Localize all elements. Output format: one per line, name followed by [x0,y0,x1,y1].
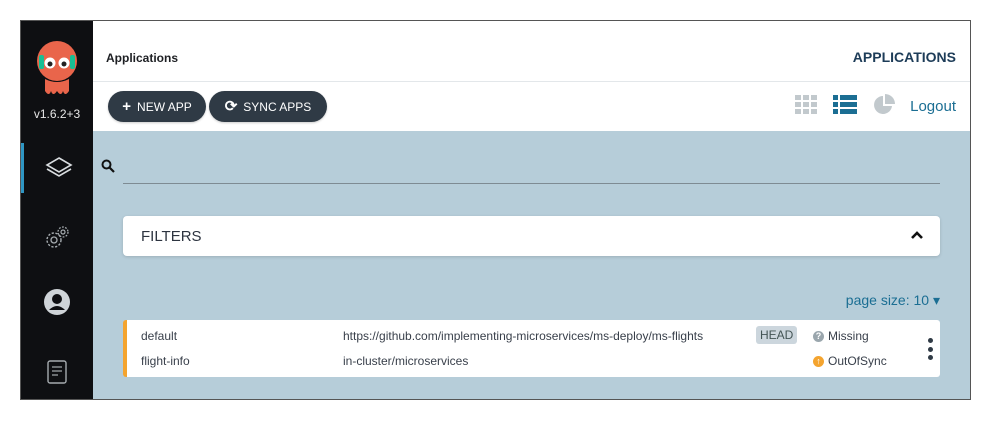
user-icon [44,289,70,315]
sidebar-item-applications[interactable] [21,143,93,193]
sync-status: ↑ OutOfSync [813,354,887,368]
app-name[interactable]: flight-info [141,354,190,368]
gears-icon [46,226,69,248]
docs-icon [47,360,67,384]
search-input[interactable] [123,183,940,184]
filters-label: FILTERS [141,228,202,245]
argo-logo [37,41,77,94]
sidebar-item-settings[interactable] [21,213,93,263]
caret-down-icon: ▾ [932,292,940,308]
view-switcher [795,94,895,116]
app-repo-url: https://github.com/implementing-microser… [343,329,704,343]
search-icon [101,159,115,173]
applications-panel: FILTERS page size: 10 ▾ default flight-i… [93,131,970,399]
list-view-icon[interactable] [833,95,857,115]
layers-icon [44,157,73,177]
app-project: default [141,329,178,343]
tiles-view-icon[interactable] [795,95,817,115]
sync-apps-button[interactable]: ⟳ SYNC APPS [209,91,327,122]
row-menu-icon[interactable] [927,338,933,360]
summary-view-icon[interactable] [873,94,895,116]
question-circle-icon: ? [813,330,824,342]
revision-badge: HEAD [756,326,798,344]
filters-panel[interactable]: FILTERS [123,216,940,256]
plus-icon: + [122,98,132,115]
app-window: v1.6.2+3 Applications APPLICATIONS + NEW… [20,20,971,400]
sidebar: v1.6.2+3 [21,21,93,399]
arrow-up-circle-icon: ↑ [813,355,824,367]
page-size-select[interactable]: page size: 10 ▾ [846,292,940,309]
version-label: v1.6.2+3 [33,107,81,121]
logout-link[interactable]: Logout [910,98,956,115]
sync-icon: ⟳ [224,98,238,115]
sidebar-item-user-info[interactable] [21,277,93,327]
sidebar-item-docs[interactable] [21,347,93,397]
app-destination: in-cluster/microservices [343,354,469,368]
page-title: Applications [106,51,179,65]
header-divider [93,81,970,82]
table-row[interactable]: default flight-info https://github.com/i… [123,320,940,377]
top-bar: Applications APPLICATIONS + NEW APP ⟳ SY… [93,21,970,131]
breadcrumb-title: APPLICATIONS [852,49,956,65]
new-app-button[interactable]: + NEW APP [108,91,206,122]
chevron-up-icon[interactable] [908,226,926,244]
health-status: ? Missing [813,329,869,343]
